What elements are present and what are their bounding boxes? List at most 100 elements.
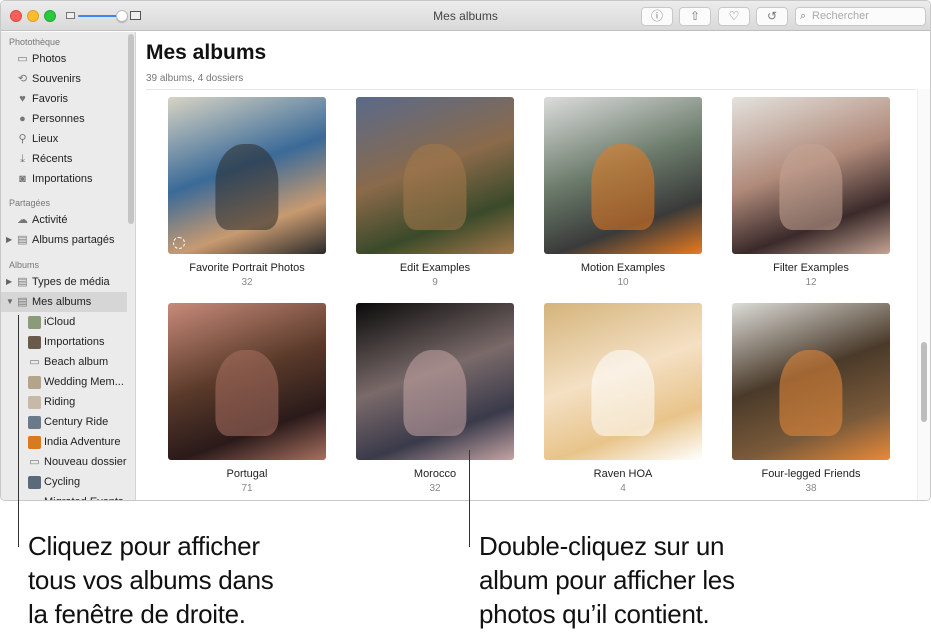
- album-card[interactable]: Favorite Portrait Photos 32: [168, 97, 326, 288]
- sidebar-item-label: Wedding Mem...: [44, 376, 124, 388]
- sidebar-item-souvenirs[interactable]: ⟲ Souvenirs: [1, 69, 127, 89]
- sidebar-item-importations[interactable]: ◙ Importations: [1, 169, 127, 189]
- sidebar-item-label: Lieux: [32, 133, 59, 145]
- disclosure-triangle-icon[interactable]: ▼: [6, 292, 14, 312]
- album-thumbnail: [28, 336, 41, 349]
- callout-line: Double-cliquez sur un: [479, 531, 725, 561]
- scrollbar-thumb[interactable]: [921, 342, 927, 422]
- callout-left: Cliquez pour afficher tous vos albums da…: [28, 529, 274, 631]
- share-button[interactable]: ⇧: [679, 7, 711, 26]
- titlebar: Mes albums ⓘ ⇧ ♡ ↺ ⌕ Rechercher: [1, 1, 930, 31]
- photos-icon: ▭: [17, 53, 28, 65]
- sidebar-item-lieux[interactable]: ⚲ Lieux: [1, 129, 127, 149]
- sidebar-item-label: Souvenirs: [32, 73, 81, 85]
- album-name: Favorite Portrait Photos: [189, 262, 305, 274]
- disclosure-triangle-icon[interactable]: ▶: [6, 272, 12, 292]
- sidebar-item-label: Activité: [32, 214, 68, 226]
- album-cover[interactable]: [732, 97, 890, 254]
- album-cover[interactable]: [168, 303, 326, 460]
- album-card[interactable]: Raven HOA 4: [544, 303, 702, 494]
- album-photo-count: 32: [241, 277, 253, 288]
- album-card[interactable]: Edit Examples 9: [356, 97, 514, 288]
- sidebar-item-label: Importations: [44, 336, 105, 348]
- sidebar-item-mes-albums[interactable]: ▼ ▤ Mes albums: [1, 292, 127, 312]
- sidebar-item-beach-album[interactable]: ▭ Beach album: [1, 352, 127, 372]
- album-name: Portugal: [226, 468, 268, 480]
- album-cover[interactable]: [168, 97, 326, 254]
- sidebar-item-activite[interactable]: ☁ Activité: [1, 210, 127, 230]
- importations-icon: ◙: [19, 173, 26, 185]
- favoris-icon: ♥: [19, 93, 26, 105]
- callout-line: tous vos albums dans: [28, 565, 274, 595]
- sidebar-item-label: Beach album: [44, 356, 109, 368]
- mes-albums-icon: ▤: [17, 296, 28, 308]
- search-field[interactable]: ⌕ Rechercher: [795, 7, 926, 26]
- album-card[interactable]: Filter Examples 12: [732, 97, 890, 288]
- callout-line: photos qu’il contient.: [479, 599, 710, 629]
- album-card[interactable]: Morocco 32: [356, 303, 514, 494]
- personnes-icon: ●: [19, 113, 26, 125]
- callout-right: Double-cliquez sur un album pour affiche…: [479, 529, 735, 631]
- sidebar-item-recents[interactable]: ⤓ Récents: [1, 149, 127, 169]
- album-name: Motion Examples: [580, 262, 666, 274]
- souvenirs-icon: ⟲: [17, 73, 28, 85]
- photos-window: Mes albums ⓘ ⇧ ♡ ↺ ⌕ Rechercher Photothè…: [0, 0, 931, 501]
- disclosure-triangle-icon[interactable]: ▶: [6, 230, 12, 250]
- album-card[interactable]: Motion Examples 10: [544, 97, 702, 288]
- callout-line-right: [469, 450, 470, 547]
- cover-subject: [403, 144, 467, 231]
- album-photo-count: 4: [620, 483, 626, 494]
- album-count: 39 albums, 4 dossiers: [146, 73, 244, 84]
- sidebar-item-cycling[interactable]: Cycling: [1, 472, 127, 492]
- sidebar-item-nouveau-dossier[interactable]: ▭ Nouveau dossier: [1, 452, 127, 472]
- sidebar-item-migrated-events[interactable]: ▭Migrated Events: [1, 492, 127, 500]
- sidebar-item-riding[interactable]: Riding: [1, 392, 127, 412]
- main-scrollbar[interactable]: [917, 89, 930, 500]
- info-button[interactable]: ⓘ: [641, 7, 673, 26]
- sidebar-item-label: Récents: [32, 153, 73, 165]
- album-card[interactable]: Portugal 71: [168, 303, 326, 494]
- sidebar-item-importations[interactable]: Importations: [1, 332, 127, 352]
- album-photo-count: 9: [432, 277, 438, 288]
- sidebar-item-century-ride[interactable]: Century Ride: [1, 412, 127, 432]
- rotate-button[interactable]: ↺: [756, 7, 788, 26]
- album-cover[interactable]: [732, 303, 890, 460]
- sidebar-item-types-de-media[interactable]: ▶ ▤ Types de média: [1, 272, 127, 292]
- album-cover[interactable]: [544, 303, 702, 460]
- album-thumbnail: [28, 436, 41, 449]
- sidebar-item-india-adventure[interactable]: India Adventure: [1, 432, 127, 452]
- callout-line: Cliquez pour afficher: [28, 531, 260, 561]
- search-icon: ⌕: [800, 10, 807, 22]
- rotate-icon: ↺: [766, 9, 778, 23]
- album-thumbnail: [28, 376, 41, 389]
- favorite-button[interactable]: ♡: [718, 7, 750, 26]
- folder-icon: ▭: [28, 496, 41, 500]
- album-cover[interactable]: [544, 97, 702, 254]
- cover-subject: [215, 144, 279, 231]
- lieux-icon: ⚲: [18, 133, 27, 145]
- album-name: Four-legged Friends: [761, 468, 861, 480]
- sidebar-item-icloud[interactable]: iCloud: [1, 312, 127, 332]
- section-library: Photothèque: [9, 37, 61, 47]
- album-card[interactable]: Four-legged Friends 38: [732, 303, 890, 494]
- sidebar-item-label: Nouveau dossier: [44, 456, 127, 468]
- sidebar-item-label: Types de média: [32, 276, 110, 288]
- album-cover[interactable]: [356, 303, 514, 460]
- cover-subject: [591, 350, 655, 437]
- sidebar-scrollbar[interactable]: [128, 34, 134, 224]
- sidebar-item-wedding-mem[interactable]: Wedding Mem...: [1, 372, 127, 392]
- sidebar-item-label: Favoris: [32, 93, 69, 105]
- album-name: Edit Examples: [399, 262, 471, 274]
- album-cover[interactable]: [356, 97, 514, 254]
- sidebar-item-favoris[interactable]: ♥ Favoris: [1, 89, 127, 109]
- page-title: Mes albums: [146, 41, 267, 64]
- album-thumbnail: [28, 316, 41, 329]
- live-photo-icon: [173, 237, 185, 249]
- cover-subject: [779, 144, 843, 231]
- sidebar-item-personnes[interactable]: ● Personnes: [1, 109, 127, 129]
- album-name: Raven HOA: [593, 468, 653, 480]
- albums-view: Mes albums 39 albums, 4 dossiers Favorit…: [137, 32, 930, 500]
- sidebar-item-photos[interactable]: ▭ Photos: [1, 49, 127, 69]
- sidebar-item-albums-partages[interactable]: ▶ ▤ Albums partagés: [1, 230, 127, 250]
- albums-partages-icon: ▤: [17, 234, 28, 246]
